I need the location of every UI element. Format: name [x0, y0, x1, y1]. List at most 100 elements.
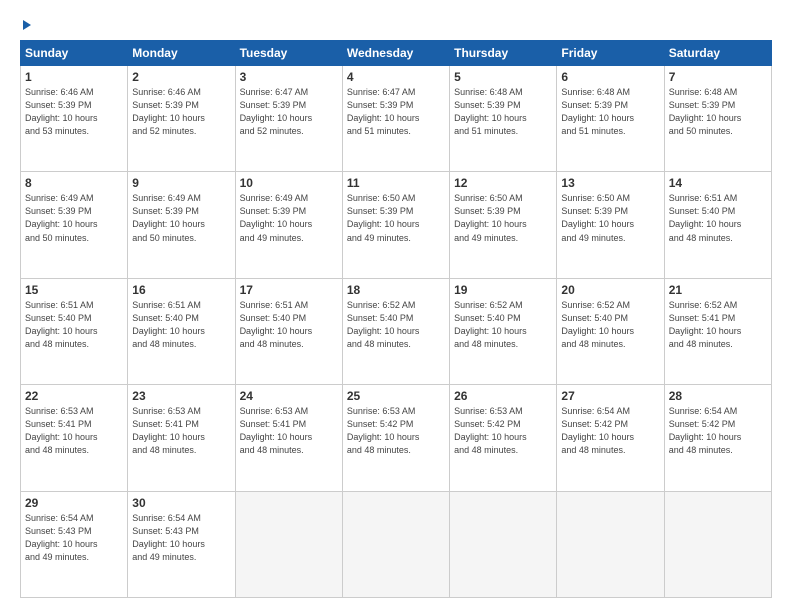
calendar-cell: 26 Sunrise: 6:53 AM Sunset: 5:42 PM Dayli… [450, 385, 557, 491]
day-info: Sunrise: 6:46 AM Sunset: 5:39 PM Dayligh… [25, 86, 123, 138]
calendar-cell: 19 Sunrise: 6:52 AM Sunset: 5:40 PM Dayli… [450, 278, 557, 384]
day-info: Sunrise: 6:52 AM Sunset: 5:40 PM Dayligh… [454, 299, 552, 351]
calendar-cell: 20 Sunrise: 6:52 AM Sunset: 5:40 PM Dayli… [557, 278, 664, 384]
calendar-cell: 15 Sunrise: 6:51 AM Sunset: 5:40 PM Dayli… [21, 278, 128, 384]
calendar-cell: 28 Sunrise: 6:54 AM Sunset: 5:42 PM Dayli… [664, 385, 771, 491]
day-info: Sunrise: 6:49 AM Sunset: 5:39 PM Dayligh… [240, 192, 338, 244]
calendar-cell: 25 Sunrise: 6:53 AM Sunset: 5:42 PM Dayli… [342, 385, 449, 491]
day-number: 25 [347, 389, 445, 403]
week-row-1: 1 Sunrise: 6:46 AM Sunset: 5:39 PM Daylig… [21, 66, 772, 172]
week-row-5: 29 Sunrise: 6:54 AM Sunset: 5:43 PM Dayli… [21, 491, 772, 597]
day-number: 29 [25, 496, 123, 510]
calendar-cell: 27 Sunrise: 6:54 AM Sunset: 5:42 PM Dayli… [557, 385, 664, 491]
day-number: 14 [669, 176, 767, 190]
logo-arrow-icon [23, 20, 31, 30]
day-info: Sunrise: 6:51 AM Sunset: 5:40 PM Dayligh… [25, 299, 123, 351]
header [20, 18, 772, 30]
day-number: 11 [347, 176, 445, 190]
calendar-cell: 22 Sunrise: 6:53 AM Sunset: 5:41 PM Dayli… [21, 385, 128, 491]
day-number: 27 [561, 389, 659, 403]
day-number: 4 [347, 70, 445, 84]
day-info: Sunrise: 6:47 AM Sunset: 5:39 PM Dayligh… [347, 86, 445, 138]
calendar-cell: 18 Sunrise: 6:52 AM Sunset: 5:40 PM Dayli… [342, 278, 449, 384]
day-number: 7 [669, 70, 767, 84]
calendar-cell [342, 491, 449, 597]
day-info: Sunrise: 6:50 AM Sunset: 5:39 PM Dayligh… [347, 192, 445, 244]
calendar-cell: 10 Sunrise: 6:49 AM Sunset: 5:39 PM Dayli… [235, 172, 342, 278]
calendar-cell: 2 Sunrise: 6:46 AM Sunset: 5:39 PM Daylig… [128, 66, 235, 172]
day-number: 12 [454, 176, 552, 190]
day-info: Sunrise: 6:53 AM Sunset: 5:41 PM Dayligh… [25, 405, 123, 457]
day-info: Sunrise: 6:49 AM Sunset: 5:39 PM Dayligh… [132, 192, 230, 244]
day-number: 9 [132, 176, 230, 190]
day-number: 2 [132, 70, 230, 84]
day-number: 13 [561, 176, 659, 190]
calendar-cell [235, 491, 342, 597]
day-number: 15 [25, 283, 123, 297]
column-header-sunday: Sunday [21, 41, 128, 66]
logo [20, 18, 31, 30]
day-info: Sunrise: 6:47 AM Sunset: 5:39 PM Dayligh… [240, 86, 338, 138]
day-number: 18 [347, 283, 445, 297]
day-info: Sunrise: 6:52 AM Sunset: 5:41 PM Dayligh… [669, 299, 767, 351]
day-info: Sunrise: 6:53 AM Sunset: 5:42 PM Dayligh… [347, 405, 445, 457]
day-info: Sunrise: 6:53 AM Sunset: 5:41 PM Dayligh… [132, 405, 230, 457]
day-info: Sunrise: 6:50 AM Sunset: 5:39 PM Dayligh… [561, 192, 659, 244]
day-info: Sunrise: 6:53 AM Sunset: 5:42 PM Dayligh… [454, 405, 552, 457]
week-row-2: 8 Sunrise: 6:49 AM Sunset: 5:39 PM Daylig… [21, 172, 772, 278]
day-number: 24 [240, 389, 338, 403]
calendar-cell [557, 491, 664, 597]
calendar-cell: 7 Sunrise: 6:48 AM Sunset: 5:39 PM Daylig… [664, 66, 771, 172]
day-info: Sunrise: 6:46 AM Sunset: 5:39 PM Dayligh… [132, 86, 230, 138]
day-number: 20 [561, 283, 659, 297]
day-info: Sunrise: 6:54 AM Sunset: 5:42 PM Dayligh… [669, 405, 767, 457]
calendar-cell: 4 Sunrise: 6:47 AM Sunset: 5:39 PM Daylig… [342, 66, 449, 172]
calendar-body: 1 Sunrise: 6:46 AM Sunset: 5:39 PM Daylig… [21, 66, 772, 598]
day-number: 10 [240, 176, 338, 190]
day-info: Sunrise: 6:49 AM Sunset: 5:39 PM Dayligh… [25, 192, 123, 244]
calendar-cell: 17 Sunrise: 6:51 AM Sunset: 5:40 PM Dayli… [235, 278, 342, 384]
day-of-week-header: SundayMondayTuesdayWednesdayThursdayFrid… [21, 41, 772, 66]
calendar-cell: 1 Sunrise: 6:46 AM Sunset: 5:39 PM Daylig… [21, 66, 128, 172]
day-number: 28 [669, 389, 767, 403]
calendar-cell: 23Sunrise: 6:53 AM Sunset: 5:41 PM Dayli… [128, 385, 235, 491]
calendar-cell: 14 Sunrise: 6:51 AM Sunset: 5:40 PM Dayli… [664, 172, 771, 278]
day-number: 6 [561, 70, 659, 84]
day-info: Sunrise: 6:51 AM Sunset: 5:40 PM Dayligh… [669, 192, 767, 244]
calendar-cell: 12 Sunrise: 6:50 AM Sunset: 5:39 PM Dayli… [450, 172, 557, 278]
day-number: 19 [454, 283, 552, 297]
column-header-thursday: Thursday [450, 41, 557, 66]
calendar-cell: 16Sunrise: 6:51 AM Sunset: 5:40 PM Dayli… [128, 278, 235, 384]
column-header-monday: Monday [128, 41, 235, 66]
day-number: 22 [25, 389, 123, 403]
day-info: Sunrise: 6:54 AM Sunset: 5:42 PM Dayligh… [561, 405, 659, 457]
calendar-cell: 5Sunrise: 6:48 AM Sunset: 5:39 PM Daylig… [450, 66, 557, 172]
column-header-tuesday: Tuesday [235, 41, 342, 66]
day-info: Sunrise: 6:50 AM Sunset: 5:39 PM Dayligh… [454, 192, 552, 244]
day-info: Sunrise: 6:52 AM Sunset: 5:40 PM Dayligh… [561, 299, 659, 351]
column-header-saturday: Saturday [664, 41, 771, 66]
day-info: Sunrise: 6:48 AM Sunset: 5:39 PM Dayligh… [669, 86, 767, 138]
calendar-cell: 30Sunrise: 6:54 AM Sunset: 5:43 PM Dayli… [128, 491, 235, 597]
calendar-cell [450, 491, 557, 597]
day-info: Sunrise: 6:51 AM Sunset: 5:40 PM Dayligh… [240, 299, 338, 351]
day-number: 21 [669, 283, 767, 297]
day-number: 16 [132, 283, 230, 297]
day-number: 8 [25, 176, 123, 190]
column-header-friday: Friday [557, 41, 664, 66]
calendar-cell: 24 Sunrise: 6:53 AM Sunset: 5:41 PM Dayli… [235, 385, 342, 491]
day-number: 1 [25, 70, 123, 84]
day-info: Sunrise: 6:48 AM Sunset: 5:39 PM Dayligh… [454, 86, 552, 138]
day-number: 17 [240, 283, 338, 297]
day-number: 3 [240, 70, 338, 84]
calendar-cell: 29 Sunrise: 6:54 AM Sunset: 5:43 PM Dayli… [21, 491, 128, 597]
day-info: Sunrise: 6:53 AM Sunset: 5:41 PM Dayligh… [240, 405, 338, 457]
day-info: Sunrise: 6:52 AM Sunset: 5:40 PM Dayligh… [347, 299, 445, 351]
day-number: 26 [454, 389, 552, 403]
column-header-wednesday: Wednesday [342, 41, 449, 66]
calendar-cell: 9 Sunrise: 6:49 AM Sunset: 5:39 PM Daylig… [128, 172, 235, 278]
calendar-cell: 8 Sunrise: 6:49 AM Sunset: 5:39 PM Daylig… [21, 172, 128, 278]
calendar-cell: 13 Sunrise: 6:50 AM Sunset: 5:39 PM Dayli… [557, 172, 664, 278]
calendar-cell: 6Sunrise: 6:48 AM Sunset: 5:39 PM Daylig… [557, 66, 664, 172]
day-info: Sunrise: 6:54 AM Sunset: 5:43 PM Dayligh… [25, 512, 123, 564]
